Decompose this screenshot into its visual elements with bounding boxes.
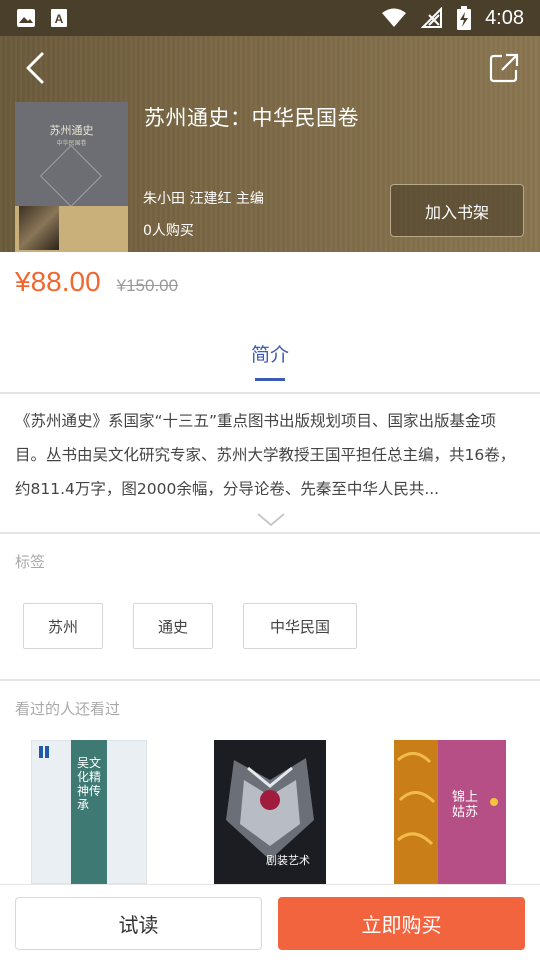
tab-indicator — [255, 378, 285, 381]
recommend-book-title: 剧装艺术 — [266, 854, 310, 867]
trial-read-button[interactable]: 试读 — [15, 897, 262, 950]
status-bar: A 4:08 — [0, 0, 540, 36]
tab-intro[interactable]: 简介 — [230, 340, 310, 367]
a-icon: A — [51, 9, 67, 27]
cover-title: 苏州通史 — [49, 124, 94, 137]
buy-now-button[interactable]: 立即购买 — [278, 897, 525, 950]
recommend-label: 看过的人还看过 — [15, 700, 121, 718]
book-cover[interactable]: 苏州通史 中华民国卷 — [15, 102, 128, 252]
tag-tongshi[interactable]: 通史 — [133, 603, 213, 649]
book-header: 苏州通史 中华民国卷 苏州通史：中华民国卷 朱小田 汪建红 主编 0人购买 加入… — [0, 36, 540, 252]
chevron-down-icon — [257, 513, 285, 527]
wifi-icon — [382, 8, 407, 27]
battery-charging-icon — [457, 6, 472, 30]
recommend-book[interactable]: 吴文化精神传承 — [31, 740, 147, 884]
add-to-shelf-button[interactable]: 加入书架 — [390, 184, 524, 237]
book-title: 苏州通史：中华民国卷 — [144, 106, 359, 130]
recommend-book-title: 锦上姑苏 — [452, 790, 479, 820]
book-buyers: 0人购买 — [143, 223, 194, 239]
recommend-book-title: 吴文化精神传承 — [77, 756, 102, 812]
share-icon — [489, 53, 519, 83]
divider — [0, 679, 540, 681]
no-signal-icon — [421, 7, 443, 28]
book-cover-image — [394, 740, 506, 884]
cover-photo — [19, 206, 59, 250]
status-time: 4:08 — [485, 6, 524, 29]
price-row: ¥88.00 ¥150.00 — [15, 266, 178, 306]
recommend-book[interactable]: 剧装艺术 — [214, 740, 326, 884]
back-button[interactable] — [18, 50, 52, 86]
price-original: ¥150.00 — [116, 276, 179, 295]
svg-text:A: A — [55, 12, 64, 26]
expand-button[interactable] — [256, 512, 286, 528]
chevron-left-icon — [26, 52, 44, 84]
divider — [0, 532, 540, 534]
share-button[interactable] — [488, 52, 520, 84]
image-icon — [17, 9, 35, 27]
tag-suzhou[interactable]: 苏州 — [23, 603, 103, 649]
book-authors: 朱小田 汪建红 主编 — [143, 191, 264, 207]
cover-emblem — [39, 144, 103, 208]
recommend-book[interactable]: 锦上姑苏 — [394, 740, 506, 884]
intro-text: 《苏州通史》系国家“十三五”重点图书出版规划项目、国家出版基金项目。丛书由吴文化… — [15, 412, 516, 498]
bottom-action-bar: 试读 立即购买 — [0, 884, 540, 960]
tags-label: 标签 — [15, 553, 46, 571]
tag-minguo[interactable]: 中华民国 — [243, 603, 357, 649]
divider — [0, 392, 540, 394]
price-current: ¥88.00 — [15, 266, 101, 297]
